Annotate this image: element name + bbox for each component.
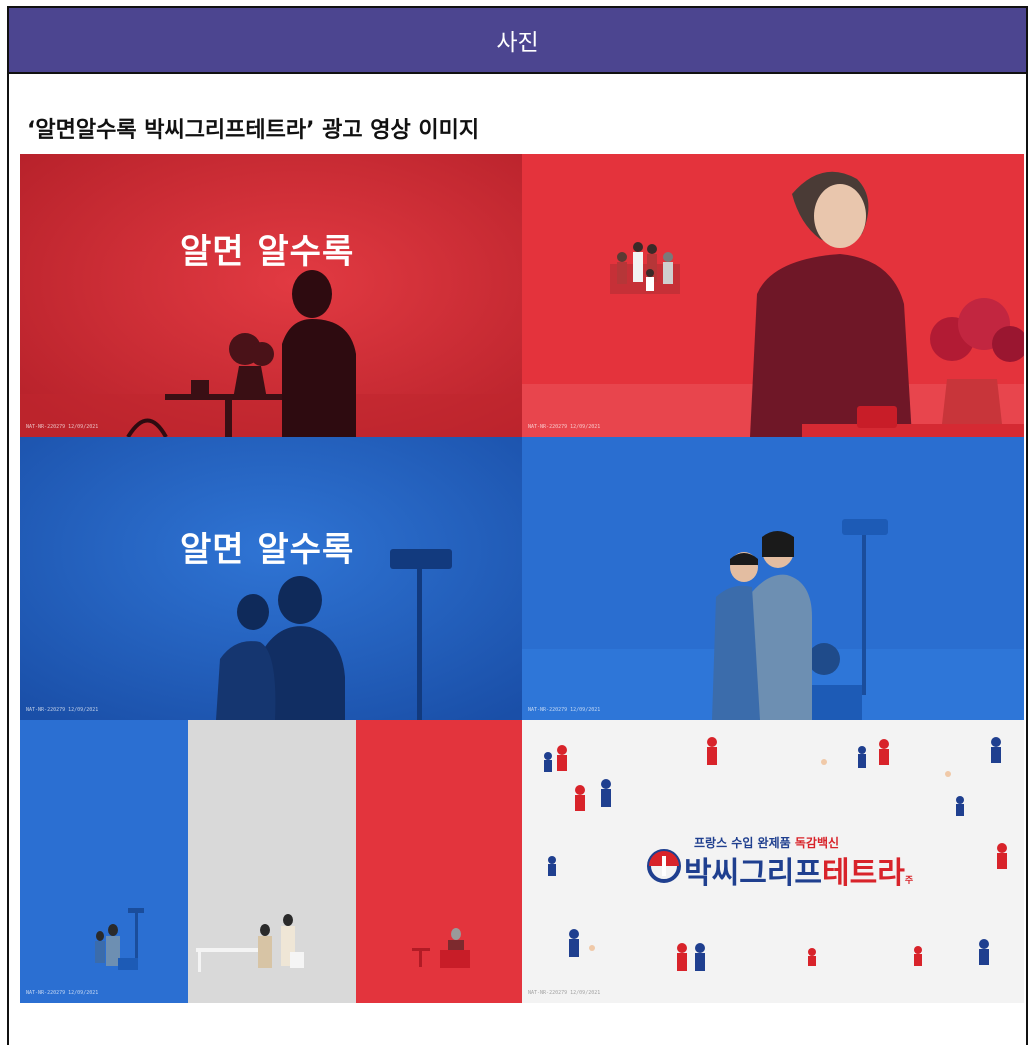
footnote-6: NAT-NR-220279 12/09/2021 — [528, 990, 601, 996]
ad-tile-red-silhouette: 알면 알수록 NAT-NR-220279 12/09/2021 — [20, 154, 522, 437]
triptych-scene — [20, 720, 522, 1003]
footnote-3: NAT-NR-220279 12/09/2021 — [26, 707, 99, 713]
footnote-4: NAT-NR-220279 12/09/2021 — [528, 707, 601, 713]
ad-image-grid: 알면 알수록 NAT-NR-220279 12/09/2021 NAT-NR-2… — [20, 154, 1024, 1003]
brand-superscript: 주 — [904, 876, 914, 886]
slogan-text-2: 알면 알수록 — [180, 530, 355, 570]
ad-tile-triptych: NAT-NR-220279 12/09/2021 — [20, 720, 522, 1003]
footnote-1: NAT-NR-220279 12/09/2021 — [26, 424, 99, 430]
red-silhouette-scene — [20, 154, 522, 437]
red-portrait-scene — [522, 154, 1024, 437]
footnote-2: NAT-NR-220279 12/09/2021 — [528, 424, 601, 430]
ad-tile-red-portrait: NAT-NR-220279 12/09/2021 — [522, 154, 1024, 437]
blue-portrait-scene — [522, 437, 1024, 720]
brand-name-red: 테트라 — [822, 856, 905, 891]
section-header: 사진 — [9, 8, 1026, 74]
brand-emblem — [647, 849, 681, 883]
footnote-5: NAT-NR-220279 12/09/2021 — [26, 990, 99, 996]
slogan-text-1: 알면 알수록 — [180, 232, 355, 272]
section-title: 사진 — [496, 30, 539, 56]
brand-name-blue: 박씨그리프 — [684, 856, 822, 891]
ad-tile-blue-portrait: NAT-NR-220279 12/09/2021 — [522, 437, 1024, 720]
image-caption: ‘알면알수록 박씨그리프테트라’ 광고 영상 이미지 — [27, 118, 480, 143]
blue-silhouette-scene — [20, 437, 522, 720]
brand-name: 박씨그리프테트라주 — [684, 848, 913, 892]
ad-tile-blue-silhouette: 알면 알수록 NAT-NR-220279 12/09/2021 — [20, 437, 522, 720]
ad-tile-brand: 프랑스 수입 완제품 독감백신 박씨그리프테트라주 NAT-NR-220279 … — [522, 720, 1024, 1003]
